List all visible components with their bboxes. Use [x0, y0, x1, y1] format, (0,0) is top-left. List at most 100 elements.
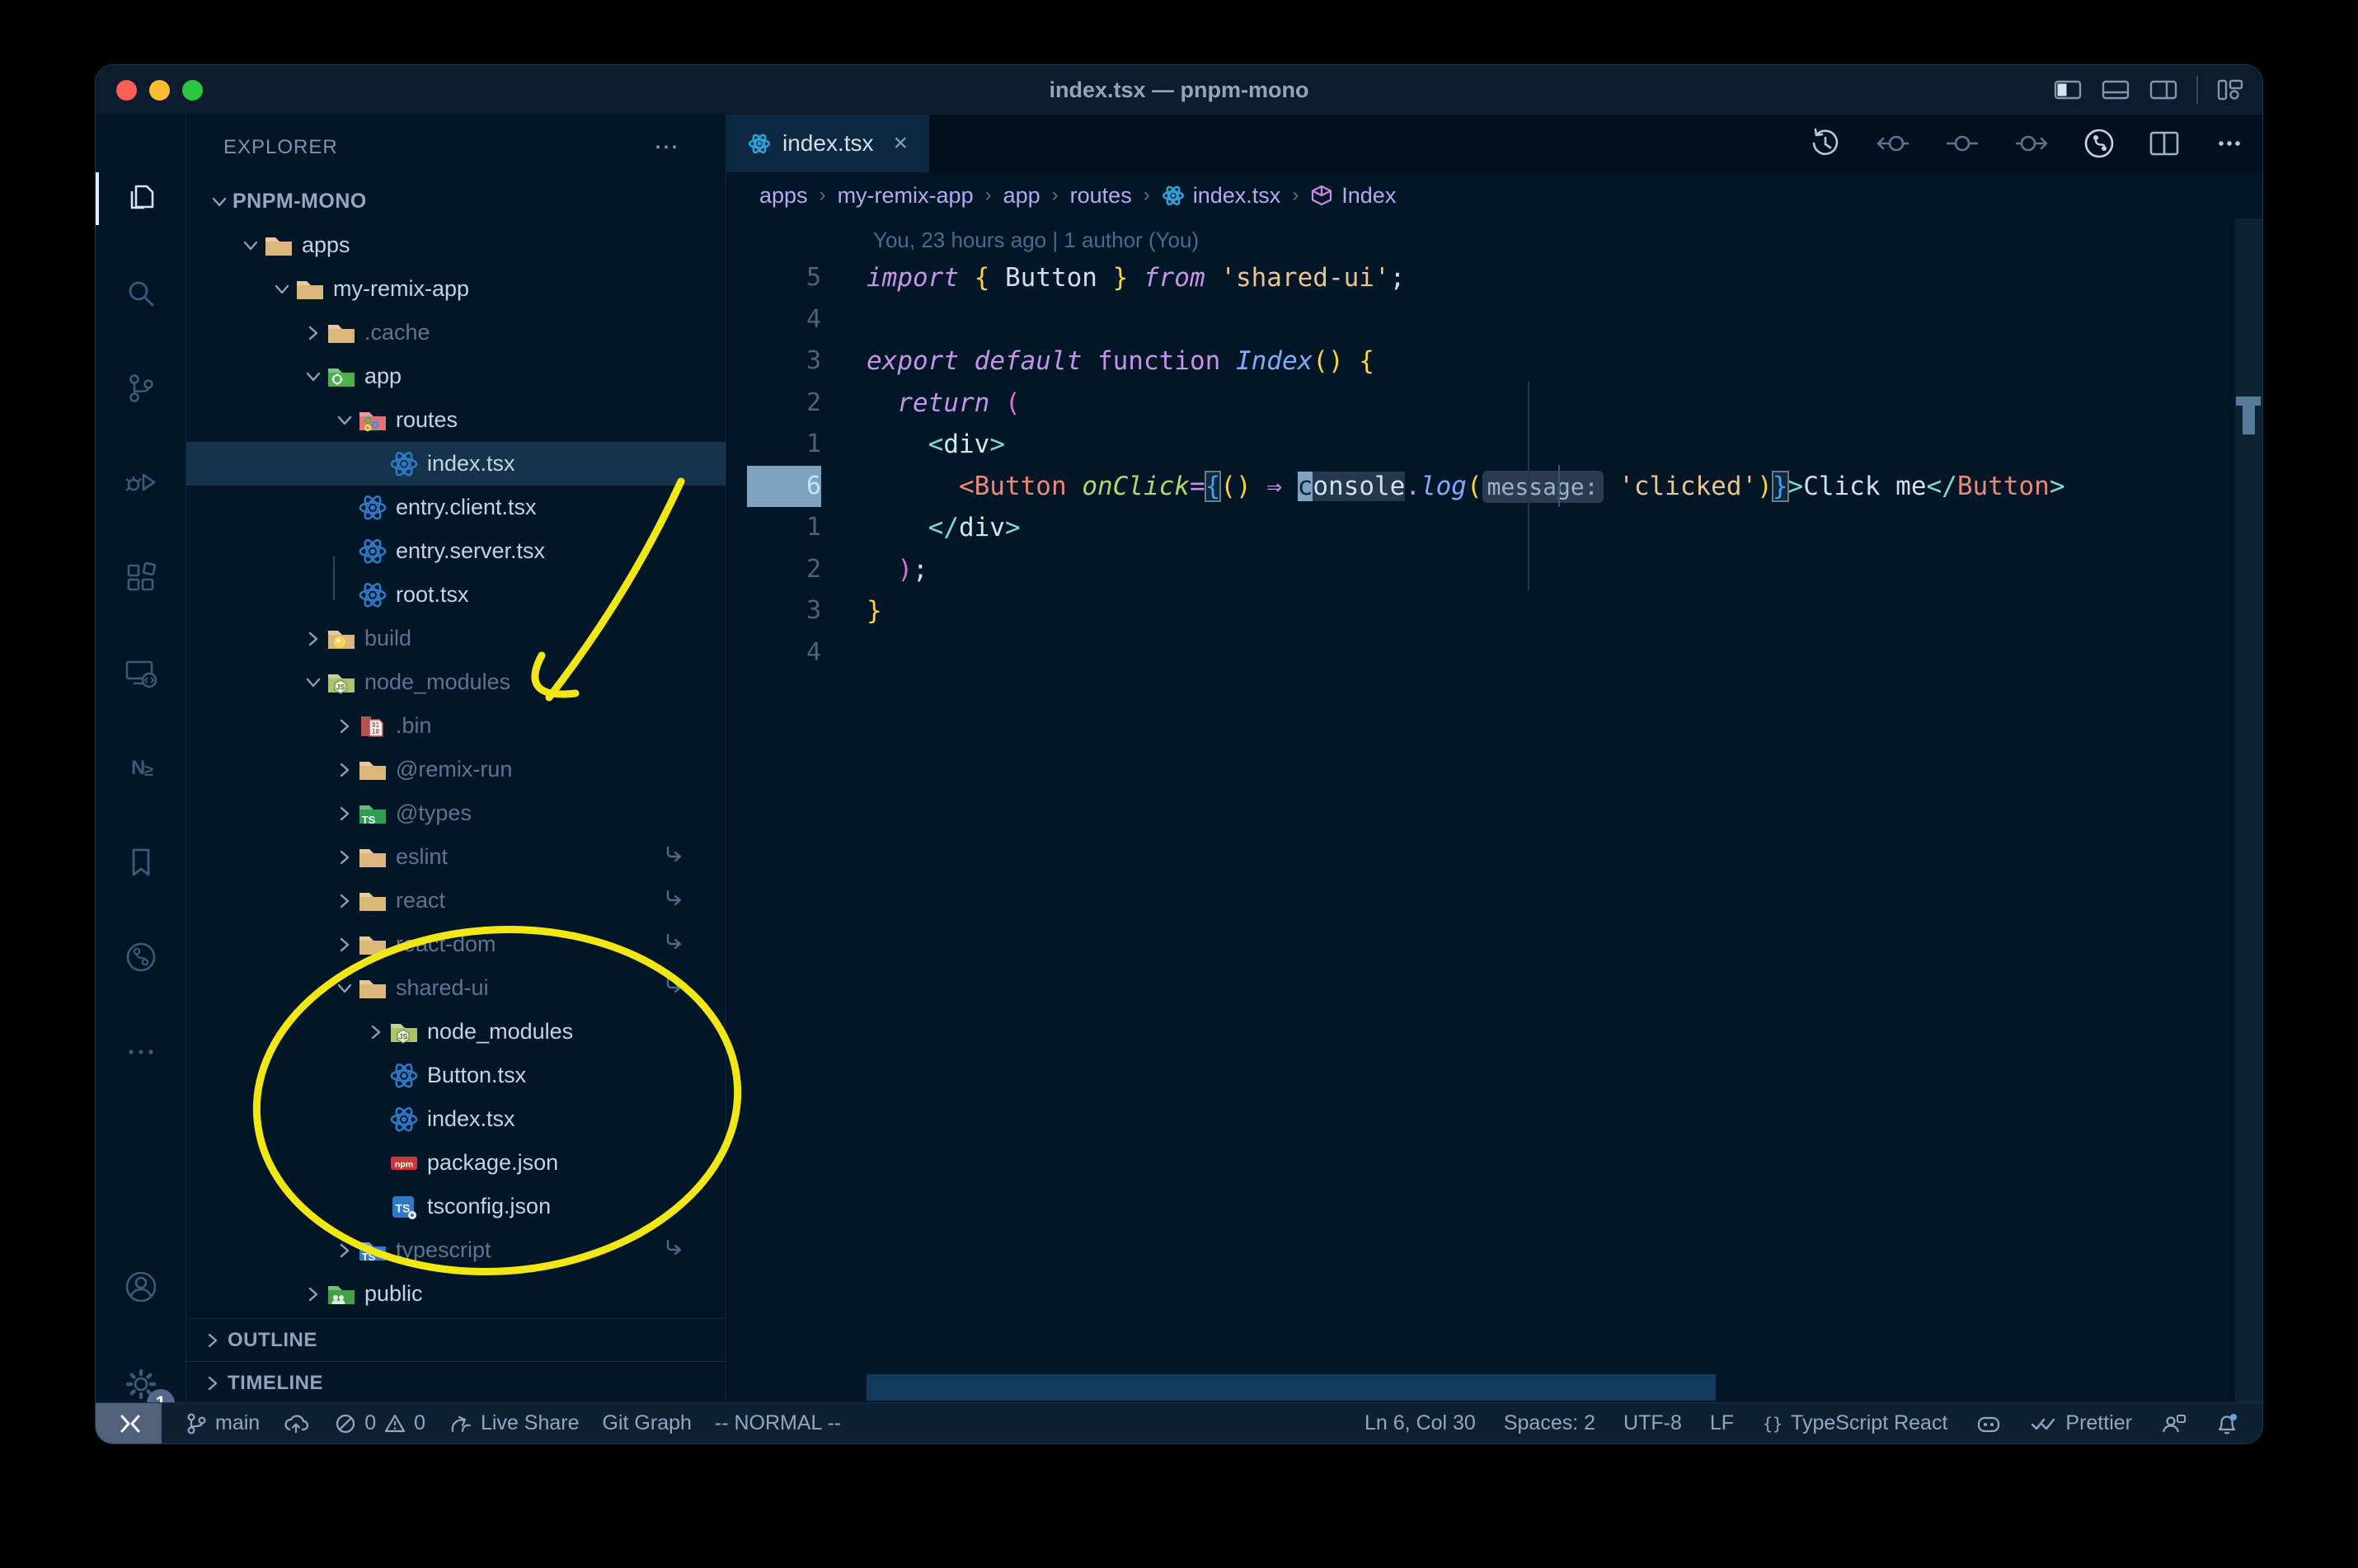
close-tab-icon[interactable]: ×	[894, 129, 909, 157]
sidebar-item-typescript[interactable]: TS typescript	[186, 1228, 726, 1272]
line-number[interactable]: 1	[747, 424, 821, 465]
more-icon[interactable]	[2213, 127, 2246, 160]
code-line[interactable]: export default function Index() {	[867, 340, 1374, 382]
sidebar-item-@remix-run[interactable]: @remix-run	[186, 748, 726, 791]
tab-index.tsx[interactable]: index.tsx ×	[726, 115, 930, 172]
panel-left-icon[interactable]	[2053, 78, 2083, 101]
panel-right-icon[interactable]	[2149, 78, 2178, 101]
status-language-mode[interactable]: {} TypeScript React	[1762, 1411, 1947, 1435]
code-line[interactable]: );	[867, 549, 928, 590]
customize-layout-icon[interactable]	[2216, 77, 2244, 102]
token: export	[867, 346, 959, 376]
status-live-share[interactable]: Live Share	[449, 1411, 580, 1435]
history-icon[interactable]	[1809, 127, 1842, 160]
code-line[interactable]: <Button onClick={() ⇒ console.log(messag…	[867, 466, 2064, 507]
sidebar-item-app[interactable]: app	[186, 354, 726, 398]
activity-bar-item-extensions[interactable]	[96, 537, 186, 619]
sidebar-item-my-remix-app[interactable]: my-remix-app	[186, 267, 726, 311]
code-line[interactable]: return (	[867, 383, 1020, 424]
sidebar-item-shared-ui[interactable]: shared-ui	[186, 966, 726, 1010]
breadcrumb-my-remix-app[interactable]: my-remix-app	[838, 183, 974, 209]
sidebar-item-index.tsx[interactable]: index.tsx	[186, 442, 726, 486]
token: <	[928, 430, 944, 459]
line-number[interactable]: 5	[747, 257, 821, 298]
sidebar-item-react-dom[interactable]: react-dom	[186, 922, 726, 966]
sidebar-item-routes[interactable]: routes	[186, 398, 726, 442]
folder-app-icon	[325, 354, 358, 398]
activity-bar-item-account[interactable]	[96, 1246, 186, 1328]
split-editor-icon[interactable]	[2149, 130, 2180, 157]
horizontal-scrollbar-thumb[interactable]	[867, 1374, 1716, 1401]
change-icon[interactable]	[1944, 129, 1980, 158]
status-copilot[interactable]	[1975, 1412, 2002, 1435]
status-encoding[interactable]: UTF-8	[1623, 1411, 1682, 1435]
code-line[interactable]: <div>	[867, 424, 1005, 465]
activity-bar-item-git-graph[interactable]	[96, 916, 186, 998]
sidebar-item-entry.server.tsx[interactable]: entry.server.tsx	[186, 529, 726, 573]
panel-bottom-icon[interactable]	[2101, 78, 2130, 101]
line-number[interactable]: 3	[747, 340, 821, 382]
breadcrumb-apps[interactable]: apps	[759, 183, 808, 209]
status-indentation[interactable]: Spaces: 2	[1504, 1411, 1595, 1435]
sidebar-item-index.tsx[interactable]: index.tsx	[186, 1097, 726, 1141]
sidebar-item-.bin[interactable]: 01 10 .bin	[186, 704, 726, 748]
status-notifications[interactable]	[2215, 1411, 2239, 1436]
line-number[interactable]: 4	[747, 632, 821, 674]
activity-bar-item-source-control[interactable]	[96, 347, 186, 430]
activity-bar-item-run-debug[interactable]	[96, 442, 186, 524]
sidebar-item-eslint[interactable]: eslint	[186, 835, 726, 879]
breadcrumb-app[interactable]: app	[1003, 183, 1040, 209]
code-line[interactable]: import { Button } from 'shared-ui';	[867, 257, 1405, 298]
sidebar-item-root.tsx[interactable]: root.tsx	[186, 573, 726, 617]
breadcrumb-Index[interactable]: Index	[1310, 183, 1396, 209]
sidebar-item-node-modules[interactable]: JS node_modules	[186, 1010, 726, 1054]
sidebar-item-entry.client.tsx[interactable]: entry.client.tsx	[186, 486, 726, 529]
next-change-icon[interactable]	[2013, 129, 2050, 158]
section-header-outline[interactable]: OUTLINE	[186, 1318, 726, 1361]
sidebar-item-tsconfig.json[interactable]: TS tsconfig.json	[186, 1185, 726, 1228]
prev-change-icon[interactable]	[1875, 129, 1911, 158]
sidebar-item-Button.tsx[interactable]: Button.tsx	[186, 1054, 726, 1097]
line-number[interactable]: 1	[747, 507, 821, 548]
activity-bar-item-explorer[interactable]	[96, 157, 186, 240]
activity-bar-item-bookmarks[interactable]	[96, 821, 186, 904]
status-feedback[interactable]	[2160, 1412, 2187, 1435]
line-number[interactable]: 6	[747, 465, 821, 507]
status-vim-mode[interactable]: -- NORMAL --	[715, 1411, 841, 1435]
status-git-graph[interactable]: Git Graph	[603, 1411, 692, 1435]
status-cursor-position[interactable]: Ln 6, Col 30	[1365, 1411, 1476, 1435]
status-formatter[interactable]: Prettier	[2030, 1411, 2132, 1435]
git-circle-icon[interactable]	[2083, 127, 2116, 160]
sidebar-item-package.json[interactable]: npm package.json	[186, 1141, 726, 1185]
line-number[interactable]: 2	[747, 383, 821, 424]
line-number[interactable]: 4	[747, 299, 821, 340]
activity-bar-item-search[interactable]	[96, 252, 186, 335]
code-line[interactable]: </div>	[867, 507, 1021, 548]
sidebar-item-@types[interactable]: TS @types	[186, 791, 726, 835]
breadcrumb-index.tsx[interactable]: index.tsx	[1162, 183, 1280, 209]
sidebar-item-node-modules[interactable]: JS node_modules	[186, 660, 726, 704]
status-git-branch[interactable]: main	[185, 1411, 260, 1436]
code-editor[interactable]: You, 23 hours ago | 1 author (You) 5 impo…	[726, 218, 2262, 1402]
sidebar-item-PNPM-MONO[interactable]: PNPM-MONO	[186, 180, 726, 223]
activity-bar-item-more[interactable]	[96, 1011, 186, 1093]
sidebar-more-actions-icon[interactable]: ⋯	[654, 133, 680, 162]
sidebar-item-build[interactable]: build	[186, 617, 726, 660]
sidebar-item-public[interactable]: public	[186, 1272, 726, 1316]
sidebar-item-react[interactable]: react	[186, 879, 726, 922]
line-number[interactable]: 3	[747, 590, 821, 631]
status-eol[interactable]: LF	[1710, 1411, 1734, 1435]
status-problems[interactable]: 00	[334, 1411, 425, 1435]
token: {	[1204, 470, 1222, 502]
section-header-timeline[interactable]: TIMELINE	[186, 1361, 726, 1402]
activity-bar-item-nx-console[interactable]: N ≥	[96, 726, 186, 809]
sidebar-item-.cache[interactable]: .cache	[186, 311, 726, 354]
activity-bar-item-remote-explorer[interactable]	[96, 631, 186, 714]
status-sync[interactable]	[283, 1412, 311, 1435]
line-number[interactable]: 2	[747, 549, 821, 590]
status-remote-indicator[interactable]	[96, 1403, 162, 1444]
breadcrumb-routes[interactable]: routes	[1070, 183, 1132, 209]
vertical-scrollbar[interactable]	[2235, 218, 2262, 1402]
code-line[interactable]: }	[867, 590, 882, 631]
sidebar-item-apps[interactable]: apps	[186, 223, 726, 267]
